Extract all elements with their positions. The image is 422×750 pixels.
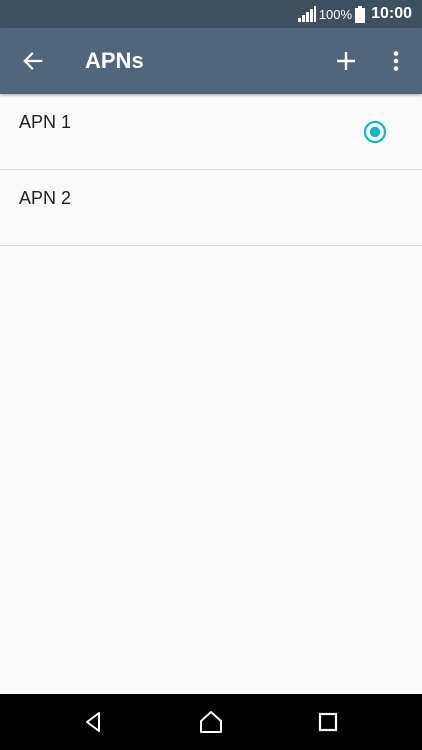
more-vertical-icon (393, 51, 399, 71)
apn-list: APN 1 APN 2 (0, 94, 422, 246)
apn-name: APN 2 (19, 188, 72, 208)
nav-home-icon (200, 711, 222, 733)
apn-name: APN 1 (19, 112, 72, 132)
more-options-button[interactable] (376, 38, 416, 84)
apn-list-item[interactable]: APN 1 (0, 94, 422, 170)
back-arrow-icon (23, 52, 43, 70)
apn-list-item[interactable]: APN 2 (0, 170, 422, 246)
app-bar: APNs (0, 28, 422, 94)
navigation-bar (0, 694, 422, 750)
status-indicators: 100% 10:00 (297, 0, 412, 28)
status-bar: 100% 10:00 (0, 0, 422, 28)
plus-icon (337, 52, 355, 70)
battery-percent: 100% (318, 6, 353, 22)
page-title: APNs (85, 48, 144, 73)
nav-back-icon (86, 712, 100, 732)
signal-icon (297, 6, 316, 22)
radio-selected-icon (363, 120, 387, 144)
nav-home-button[interactable] (191, 702, 231, 742)
nav-back-button[interactable] (74, 702, 114, 742)
clock: 10:00 (371, 5, 412, 22)
back-button[interactable] (11, 38, 55, 84)
nav-recent-button[interactable] (308, 702, 348, 742)
battery-icon (355, 5, 366, 23)
nav-recent-icon (318, 712, 338, 732)
add-apn-button[interactable] (324, 38, 368, 84)
apn-radio-selected[interactable] (363, 120, 387, 144)
